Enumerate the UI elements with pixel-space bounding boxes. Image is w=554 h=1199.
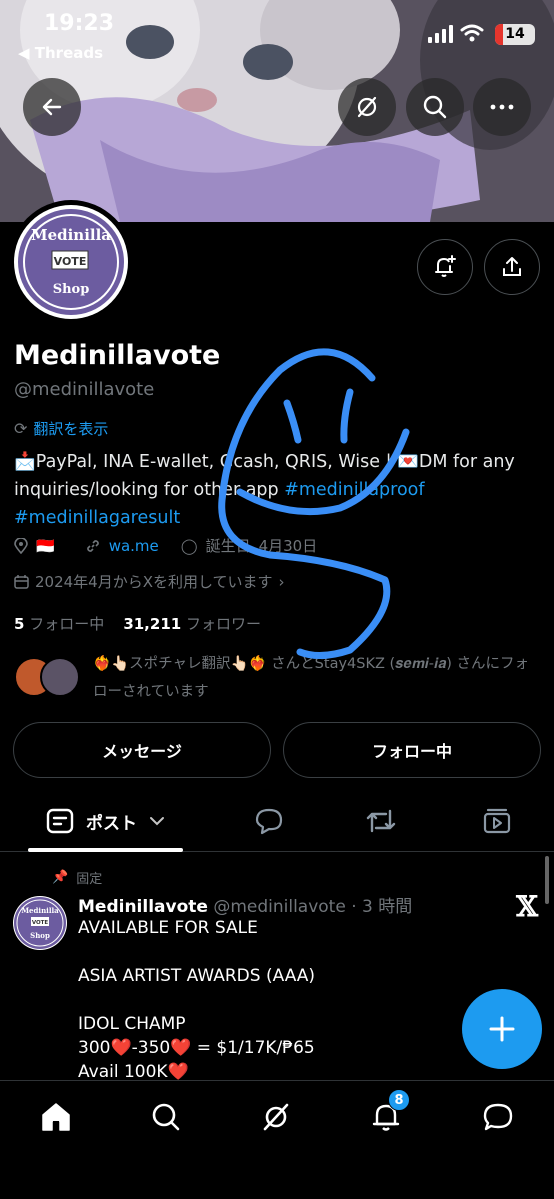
active-tab-indicator: [28, 848, 183, 852]
nav-grok[interactable]: [256, 1097, 296, 1137]
translate-label: 翻訳を表示: [33, 420, 109, 438]
repost-icon: [366, 809, 396, 833]
bottom-navigation: 8: [0, 1080, 554, 1199]
tab-posts-label: ポスト: [86, 813, 137, 834]
share-button[interactable]: [484, 239, 540, 295]
hashtag-result[interactable]: #medinillagaresult: [14, 508, 180, 528]
scrollbar[interactable]: [545, 856, 549, 904]
profile-tabs: ポスト: [0, 790, 554, 852]
birthday-value: 4月30日: [258, 537, 318, 555]
nav-home[interactable]: [36, 1097, 76, 1137]
followed-by-avatars: [14, 657, 84, 697]
status-bar: 19:23 ◀ Threads 14: [0, 0, 554, 70]
notify-button[interactable]: [417, 239, 473, 295]
profile-handle: @medinillavote: [14, 379, 155, 400]
tab-reposts[interactable]: [356, 790, 406, 852]
message-icon: [483, 1103, 513, 1131]
tab-media[interactable]: [472, 790, 522, 852]
arrow-left-icon: [42, 98, 62, 116]
chevron-down-icon: [150, 817, 164, 826]
location-flag: 🇮🇩: [36, 536, 55, 555]
follow-stats: 5 フォロー中 31,211 フォロワー: [14, 613, 261, 634]
nav-search[interactable]: [146, 1097, 186, 1137]
reply-icon: [255, 808, 283, 835]
post-handle-time: @medinillavote · 3 時間: [213, 897, 413, 917]
grok-button[interactable]: [338, 78, 396, 136]
hashtag-proof[interactable]: #medinillaproof: [284, 480, 424, 500]
more-button[interactable]: [473, 78, 531, 136]
x-logo-icon: 𝕏: [516, 890, 538, 923]
translate-icon: ⟳: [14, 419, 28, 438]
location-icon: [14, 537, 28, 554]
media-icon: [483, 808, 511, 834]
wifi-icon: [460, 24, 484, 42]
nav-messages[interactable]: [478, 1097, 518, 1137]
translate-link[interactable]: ⟳ 翻訳を表示: [14, 418, 108, 439]
svg-text:VOTE: VOTE: [54, 255, 87, 268]
avatar-logo: Medinilla VOTE Shop: [18, 209, 124, 315]
share-icon: [503, 257, 521, 276]
profile-name: Medinillavote: [14, 340, 221, 371]
more-dots-icon: [490, 104, 514, 110]
svg-text:Medinilla: Medinilla: [21, 906, 59, 915]
status-time: 19:23: [44, 11, 115, 36]
pin-icon: 📌: [52, 870, 69, 885]
compose-button[interactable]: [462, 989, 542, 1069]
post-header: Medinillavote @medinillavote · 3 時間: [78, 892, 412, 917]
nav-notifications[interactable]: 8: [366, 1089, 410, 1137]
signal-icon: [428, 25, 453, 43]
plus-icon: [489, 1016, 515, 1042]
search-icon: [152, 1103, 180, 1131]
balloon-icon: ◯: [180, 536, 198, 555]
post-avatar[interactable]: Medinilla VOTE Shop: [13, 896, 67, 950]
profile-avatar[interactable]: Medinilla VOTE Shop: [9, 200, 133, 324]
svg-text:VOTE: VOTE: [32, 920, 49, 926]
grok-icon: [263, 1103, 289, 1131]
svg-text:Shop: Shop: [30, 931, 50, 940]
followers-link[interactable]: 31,211 フォロワー: [123, 615, 261, 633]
joined-text: 2024年4月からXを利用しています: [35, 573, 273, 591]
profile-meta: 🇮🇩 wa.me ◯ 誕生日 4月30日: [14, 535, 317, 556]
message-button[interactable]: メッセージ: [13, 722, 271, 778]
search-icon: [423, 95, 447, 119]
tab-replies[interactable]: [244, 790, 294, 852]
bell-plus-icon: [435, 255, 456, 277]
link-icon: [86, 539, 99, 552]
svg-text:Medinilla: Medinilla: [31, 226, 111, 244]
posts-icon: [46, 808, 74, 834]
post-author[interactable]: Medinillavote: [78, 897, 208, 917]
svg-text:Shop: Shop: [53, 282, 90, 297]
birthday-label: 誕生日: [205, 537, 251, 555]
post-avatar-logo: Medinilla VOTE Shop: [14, 897, 66, 949]
back-to-app-link[interactable]: ◀ Threads: [18, 44, 103, 62]
following-link[interactable]: 5 フォロー中: [14, 615, 104, 633]
calendar-icon: [14, 575, 29, 589]
following-button[interactable]: フォロー中: [283, 722, 541, 778]
search-button[interactable]: [406, 78, 464, 136]
pinned-label-row: 📌 固定: [52, 868, 102, 887]
joined-info[interactable]: 2024年4月からXを利用しています ›: [14, 571, 285, 592]
profile-bio: 📩PayPal, INA E-wallet, Gcash, QRIS, Wise…: [14, 452, 515, 528]
pinned-label: 固定: [76, 872, 103, 887]
follower-avatar-2: [40, 657, 80, 697]
home-icon: [42, 1103, 70, 1131]
back-button[interactable]: [23, 78, 81, 136]
chevron-right-icon: ›: [278, 572, 285, 591]
website-link[interactable]: wa.me: [109, 537, 159, 555]
grok-icon: [357, 96, 377, 118]
post-body[interactable]: AVAILABLE FOR SALE ASIA ARTIST AWARDS (A…: [78, 916, 478, 1084]
tab-posts[interactable]: ポスト: [28, 790, 183, 852]
battery-indicator: 14: [495, 24, 535, 45]
notification-badge: 8: [388, 1089, 410, 1111]
followed-by-text[interactable]: ❤️‍🔥👆🏻スポチャレ翻訳👆🏻❤️‍🔥 さんとStay4SKZ (𝒔𝒆𝒎𝒊-𝒊𝒂…: [93, 650, 543, 706]
